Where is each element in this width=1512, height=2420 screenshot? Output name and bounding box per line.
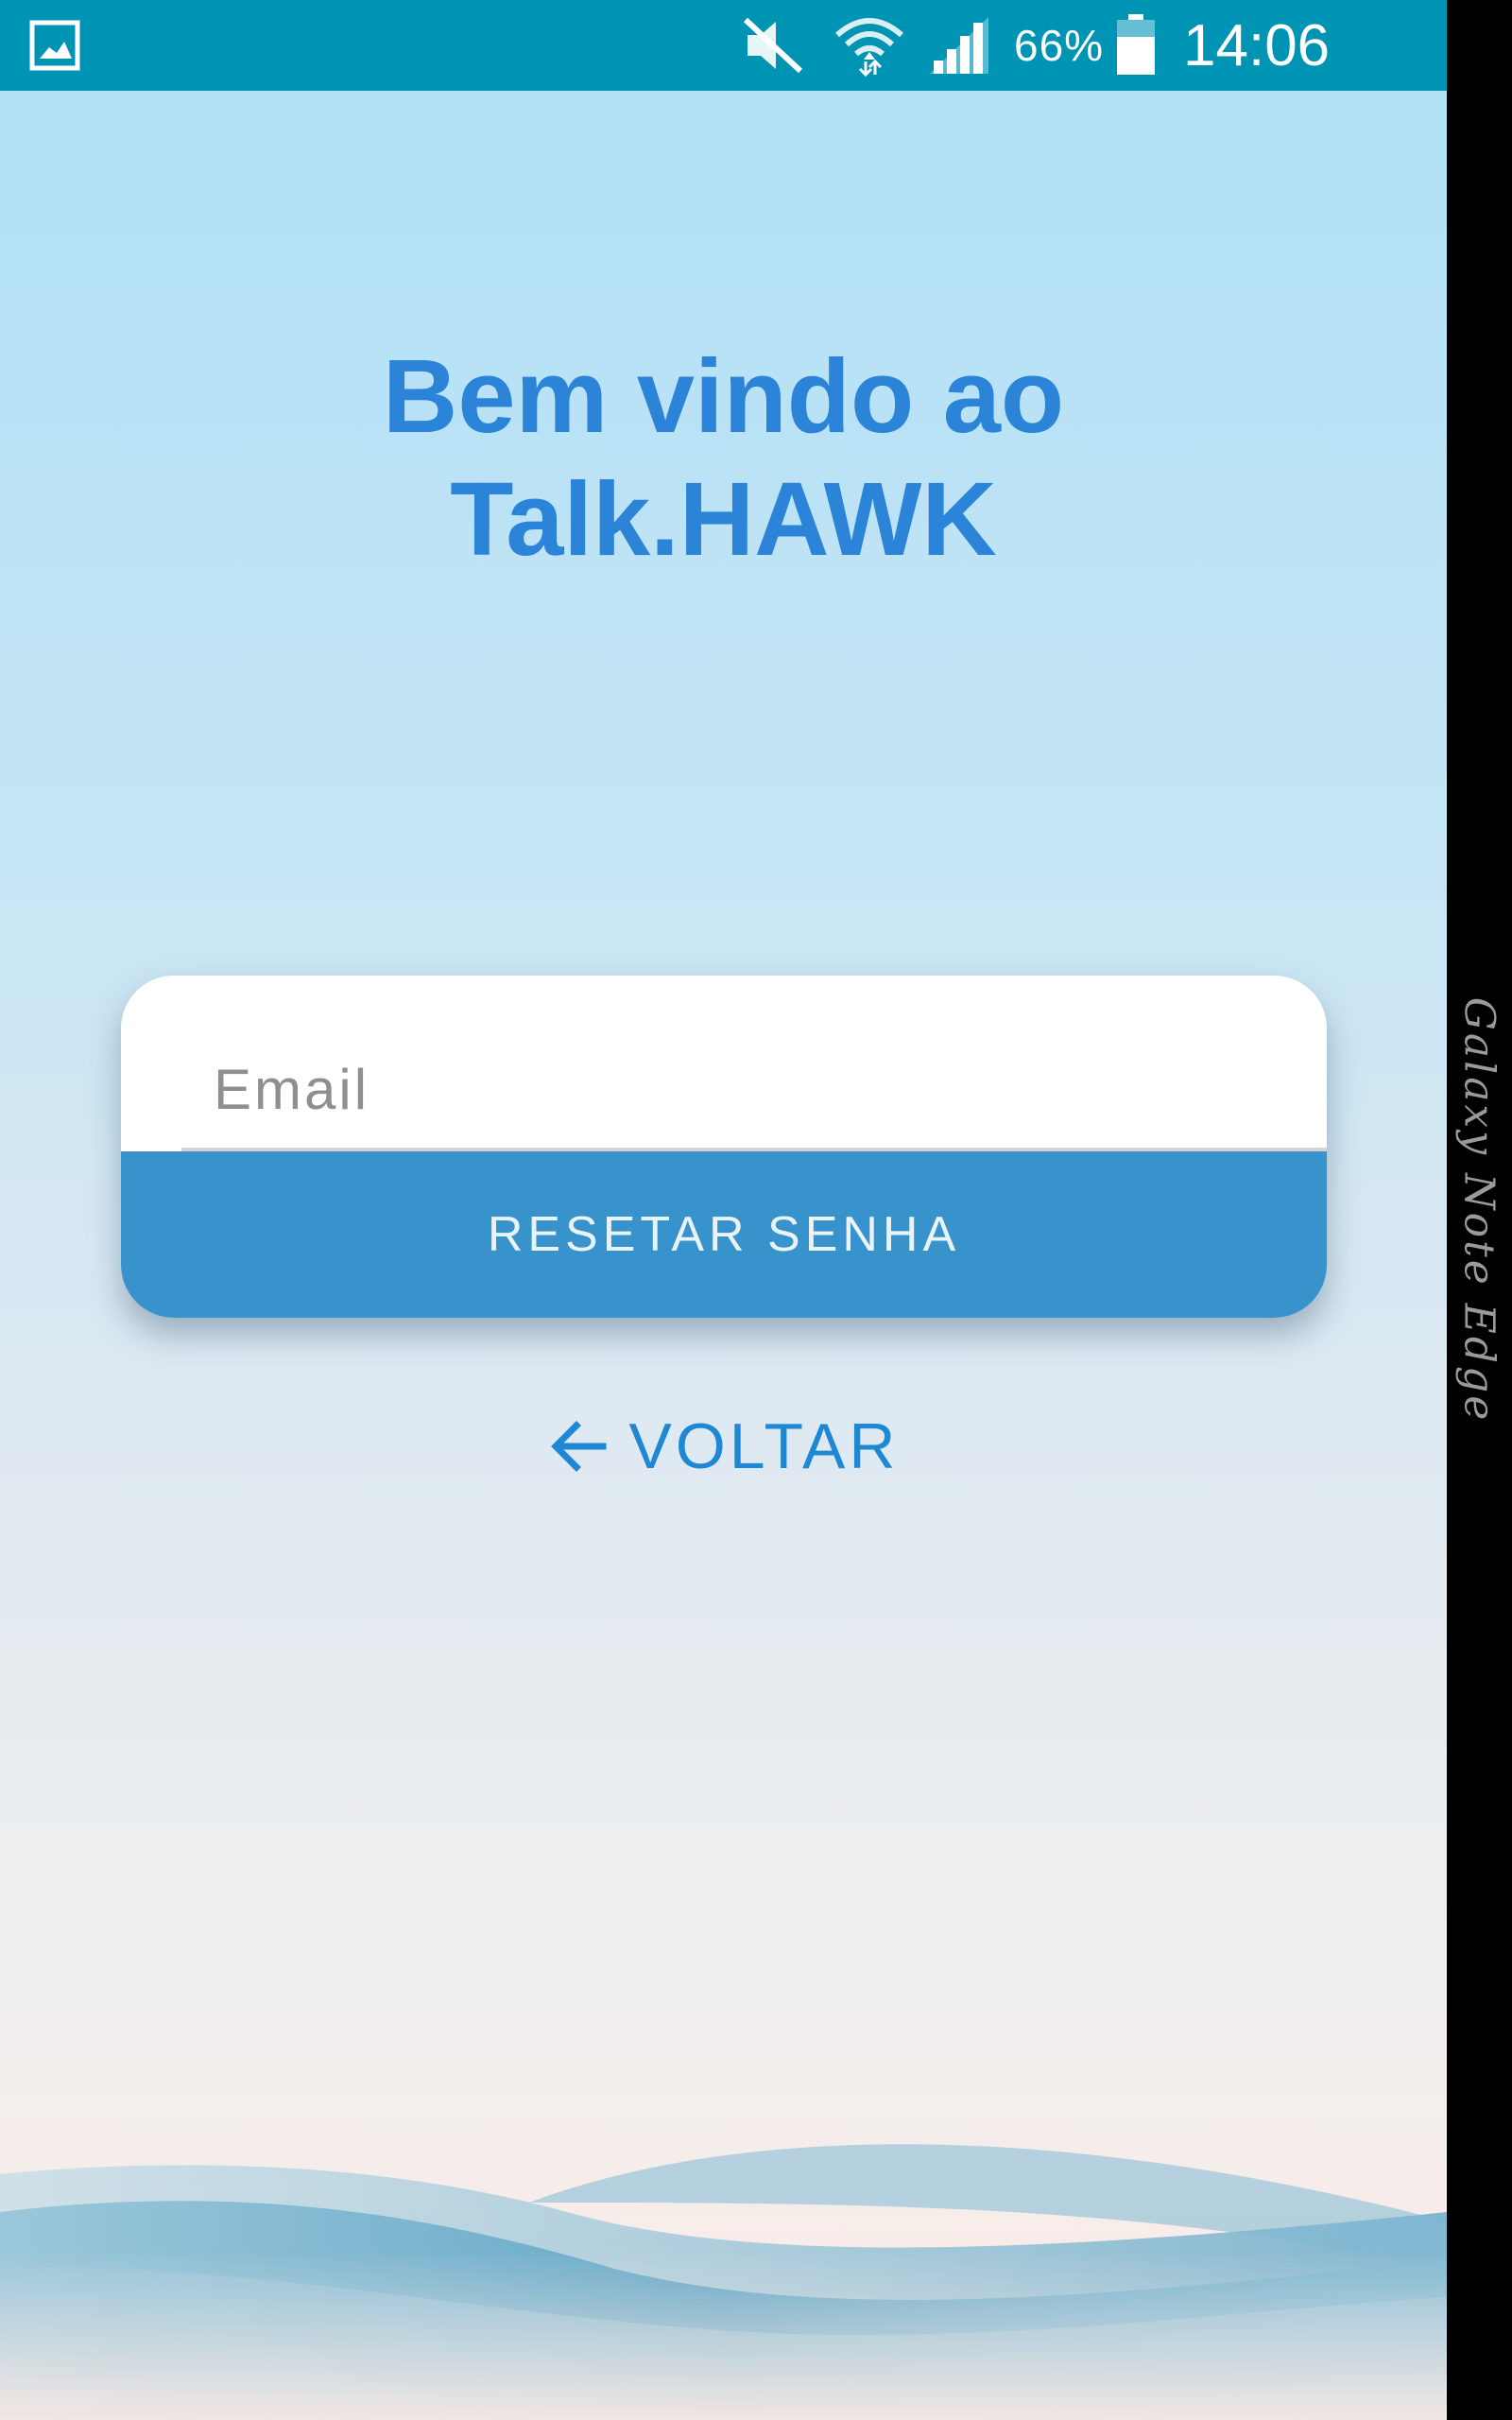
welcome-title: Bem vindo ao Talk.HAWK	[0, 336, 1447, 581]
wifi-icon	[832, 0, 907, 91]
email-field-container	[121, 976, 1327, 1151]
battery-percent: 66%	[1014, 21, 1105, 70]
reset-password-button-label: RESETAR SENHA	[487, 1207, 961, 1262]
status-bar: 66% 14:06	[0, 0, 1447, 91]
reset-password-card: RESETAR SENHA	[121, 976, 1327, 1318]
mute-icon	[742, 0, 808, 91]
clock: 14:06	[1183, 12, 1331, 78]
gallery-icon	[28, 0, 81, 91]
back-button[interactable]: VOLTAR	[0, 1409, 1447, 1484]
email-input[interactable]	[214, 1032, 1253, 1146]
back-button-label: VOLTAR	[628, 1410, 900, 1482]
wave-decoration	[0, 2144, 1447, 2420]
welcome-title-line2: Talk.HAWK	[450, 461, 997, 578]
reset-password-button[interactable]: RESETAR SENHA	[121, 1151, 1327, 1318]
device-screen: 66% 14:06 Bem vindo ao Talk.HAWK RESET	[0, 0, 1512, 2420]
signal-icon	[928, 0, 994, 91]
arrow-left-icon	[548, 1416, 609, 1477]
welcome-title-line1: Bem vindo ao	[382, 338, 1065, 455]
app-screen: 66% 14:06 Bem vindo ao Talk.HAWK RESET	[0, 0, 1447, 2420]
edge-panel-label: Galaxy Note Edge	[1454, 996, 1503, 1424]
battery-icon	[1115, 0, 1157, 91]
